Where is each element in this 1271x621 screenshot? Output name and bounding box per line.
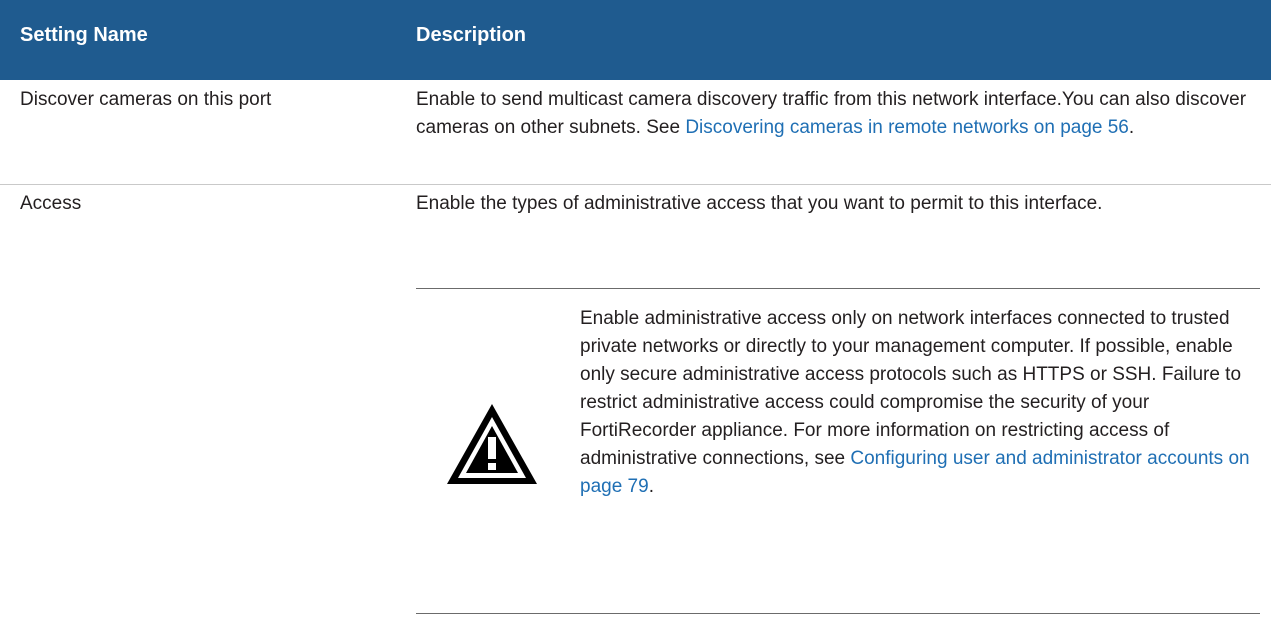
description-suffix: .	[1128, 117, 1135, 138]
warning-suffix: .	[648, 476, 654, 497]
table-row: Access Enable the types of administrativ…	[0, 184, 1271, 621]
setting-name: Access	[20, 193, 82, 214]
setting-description: Enable the types of administrative acces…	[416, 193, 1103, 214]
warning-icon	[447, 404, 537, 484]
table-header: Setting Name Description	[0, 0, 1271, 80]
setting-description: Enable to send multicast camera discover…	[416, 86, 1260, 142]
setting-name: Discover cameras on this port	[20, 89, 272, 110]
table-row: Discover cameras on this port Enable to …	[0, 80, 1271, 185]
warning-note: Enable administrative access only on net…	[416, 288, 1260, 614]
warning-body: Enable administrative access only on net…	[580, 308, 1242, 469]
warning-text: Enable administrative access only on net…	[580, 305, 1260, 501]
header-setting-name: Setting Name	[20, 24, 148, 46]
header-description: Description	[416, 24, 527, 46]
discovering-cameras-link[interactable]: Discovering cameras in remote networks o…	[685, 117, 1129, 138]
